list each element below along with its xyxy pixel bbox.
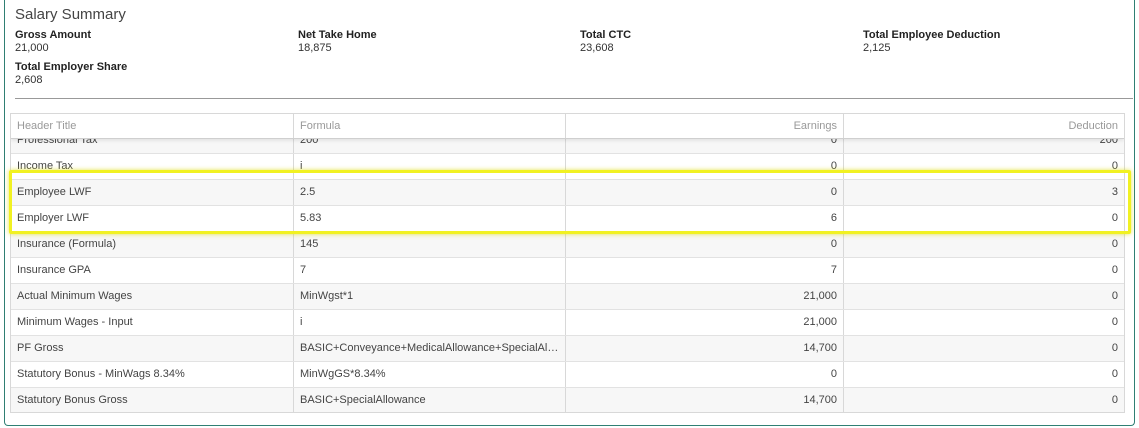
row-deduction: 0 [1111, 212, 1118, 224]
deduction-column[interactable]: Deduction [844, 114, 1124, 138]
row-formula: i [294, 310, 566, 335]
salary-components-table[interactable]: Header Title Formula Earnings Deduction … [10, 113, 1125, 413]
row-earnings: 21,000 [566, 284, 844, 309]
row-header-title: Insurance (Formula) [11, 232, 294, 257]
table-row[interactable]: Insurance GPA 7 7 0 [11, 258, 1124, 284]
table-row[interactable]: Minimum Wages - Input i 21,000 0 [11, 310, 1124, 336]
table-row[interactable]: Insurance (Formula) 145 0 0 [11, 232, 1124, 258]
row-deduction: 0 [1111, 342, 1118, 354]
row-earnings: 0 [566, 154, 844, 179]
total-ctc-label: Total CTC [580, 29, 632, 41]
row-header-title: Employee LWF [11, 180, 294, 205]
table-row[interactable]: Statutory Bonus - MinWags 8.34% MinWgGS*… [11, 362, 1124, 388]
total-employer-share-value: 2,608 [15, 74, 43, 86]
row-deduction: 0 [1111, 290, 1118, 302]
total-employer-share-label: Total Employer Share [15, 61, 128, 73]
row-earnings: 21,000 [566, 310, 844, 335]
net-take-home-item: Net Take Home 18,875 [298, 29, 568, 55]
row-deduction: 0 [1111, 160, 1118, 172]
total-ctc-item: Total CTC 23,608 [580, 29, 850, 55]
row-header-title: Employer LWF [11, 206, 294, 231]
net-take-home-label: Net Take Home [298, 29, 377, 41]
gross-amount-label: Gross Amount [15, 29, 91, 41]
row-earnings: 0 [566, 180, 844, 205]
row-header-title: Income Tax [11, 154, 294, 179]
net-take-home-value: 18,875 [298, 42, 332, 54]
row-deduction: 0 [1111, 368, 1118, 380]
row-earnings: 14,700 [566, 336, 844, 361]
row-earnings: 7 [566, 258, 844, 283]
row-deduction: 0 [1111, 264, 1118, 276]
row-formula: BASIC+SpecialAllowance [294, 388, 566, 412]
row-formula: MinWgst*1 [294, 284, 566, 309]
row-formula: 145 [294, 232, 566, 257]
table-row[interactable]: Income Tax i 0 0 [11, 154, 1124, 180]
gross-amount-value: 21,000 [15, 42, 49, 54]
row-deduction: 0 [1111, 394, 1118, 406]
row-header-title: Insurance GPA [11, 258, 294, 283]
header-title-column[interactable]: Header Title [11, 114, 294, 138]
formula-column[interactable]: Formula [294, 114, 566, 138]
table-body: Professional Tax 200 0 200 Income Tax i … [11, 128, 1124, 412]
row-earnings: 6 [566, 206, 844, 231]
gross-amount-item: Gross Amount 21,000 [15, 29, 285, 55]
total-employee-deduction-value: 2,125 [863, 42, 891, 54]
row-header-title: Minimum Wages - Input [11, 310, 294, 335]
summary-divider [15, 98, 1133, 99]
earnings-column[interactable]: Earnings [566, 114, 844, 138]
total-ctc-value: 23,608 [580, 42, 614, 54]
table-row[interactable]: Actual Minimum Wages MinWgst*1 21,000 0 [11, 284, 1124, 310]
row-earnings: 14,700 [566, 388, 844, 412]
row-earnings: 0 [566, 232, 844, 257]
row-formula: 2.5 [294, 180, 566, 205]
table-row[interactable]: PF Gross BASIC+Conveyance+MedicalAllowan… [11, 336, 1124, 362]
row-header-title: Statutory Bonus - MinWags 8.34% [11, 362, 294, 387]
row-formula: MinWgGS*8.34% [294, 362, 566, 387]
row-formula: 7 [294, 258, 566, 283]
row-deduction: 0 [1111, 238, 1118, 250]
row-header-title: Actual Minimum Wages [11, 284, 294, 309]
row-formula: 5.83 [294, 206, 566, 231]
table-row[interactable]: Employee LWF 2.5 0 3 [11, 180, 1124, 206]
row-deduction: 0 [1111, 316, 1118, 328]
row-deduction: 3 [1111, 186, 1118, 198]
row-formula: BASIC+Conveyance+MedicalAllowance+Specia… [294, 336, 566, 361]
total-employee-deduction-label: Total Employee Deduction [863, 29, 1001, 41]
total-employer-share-item: Total Employer Share 2,608 [15, 61, 285, 87]
table-row[interactable]: Statutory Bonus Gross BASIC+SpecialAllow… [11, 388, 1124, 412]
salary-summary-title: Salary Summary [15, 6, 126, 23]
row-header-title: Statutory Bonus Gross [11, 388, 294, 412]
row-formula: i [294, 154, 566, 179]
table-header: Header Title Formula Earnings Deduction [11, 114, 1124, 139]
row-header-title: PF Gross [11, 336, 294, 361]
row-earnings: 0 [566, 362, 844, 387]
table-row[interactable]: Employer LWF 5.83 6 0 [11, 206, 1124, 232]
total-employee-deduction-item: Total Employee Deduction 2,125 [863, 29, 1133, 55]
